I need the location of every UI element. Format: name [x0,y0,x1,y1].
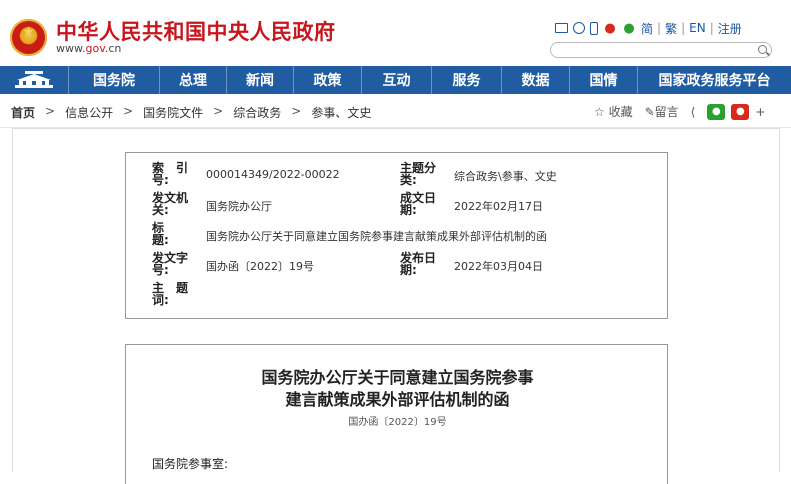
search-icon[interactable] [758,45,767,54]
meta-value-category: 综合政务\参事、文史 [454,170,557,183]
breadcrumb-separator: > [123,104,134,118]
breadcrumb-state-council-docs[interactable]: 国务院文件 [143,104,203,121]
toolbar-divider: | [657,21,662,35]
search-input[interactable] [550,42,772,58]
breadcrumb-bar: 首页 > 信息公开 > 国务院文件 > 综合政务 > 参事、文史 ☆ 收藏 ✎留… [0,94,791,128]
nav-item-national-conditions[interactable]: 国情 [569,66,637,94]
meta-label-index: 索 引 号: [152,161,201,187]
pencil-icon: ✎ [644,105,655,119]
meta-label-keywords: 主 题 词: [152,281,201,307]
breadcrumb-separator: > [45,104,56,118]
meta-value-index: 000014349/2022-00022 [206,168,340,181]
document-number: 国办函〔2022〕19号 [348,417,447,428]
meta-label-issuer: 发文机关: [152,191,189,217]
weibo-share-icon[interactable]: ● [731,103,750,120]
nav-item-policy[interactable]: 政策 [293,66,361,94]
meta-value-title: 国务院办公厅关于同意建立国务院参事建言献策成果外部评估机制的函 [206,230,547,243]
document-title: 国务院办公厅关于同意建立国务院参事 建言献策成果外部评估机制的函 [126,367,669,411]
breadcrumb-home[interactable]: 首页 [11,104,35,121]
meta-value-written-date: 2022年02月17日 [454,200,543,213]
site-url[interactable]: www.gov.cn [56,42,121,55]
breadcrumb: 首页 > 信息公开 > 国务院文件 > 综合政务 > 参事、文史 [11,104,371,121]
meta-label-publish-date: 发布日期: [400,251,437,277]
nav-item-interaction[interactable]: 互动 [361,66,431,94]
toolbar-divider: | [681,21,686,35]
meta-label-written-date: 成文日期: [400,191,437,217]
share-icon[interactable]: ⟨ [691,105,696,119]
comment-button[interactable]: ✎留言 [645,103,679,120]
site-header: 中华人民共和国中央人民政府 www.gov.cn ● ● 简 | 繁 | EN … [0,0,791,66]
breadcrumb-separator: > [291,104,302,118]
weibo-icon[interactable]: ● [603,21,617,36]
mail-icon[interactable] [555,23,568,33]
main-nav: 国务院 总理 新闻 政策 互动 服务 数据 国情 国家政务服务平台 [0,66,791,94]
header-toolbar: ● ● 简 | 繁 | EN | 注册 [555,20,742,36]
lang-simplified-link[interactable]: 简 [641,20,653,37]
nav-home-tiananmen-icon[interactable] [0,66,68,94]
meta-label-title: 标 题: [152,221,189,247]
page-actions: ☆ 收藏 ✎留言 ⟨ ● ● + [594,103,765,120]
meta-label-docno: 发文字号: [152,251,189,277]
phone-icon[interactable] [590,21,598,35]
meta-label-category: 主题分类: [400,161,437,187]
comment-label: 留言 [654,105,679,119]
breadcrumb-info-disclosure[interactable]: 信息公开 [65,104,113,121]
toolbar-divider: | [709,21,714,35]
document-body: 国务院办公厅关于同意建立国务院参事 建言献策成果外部评估机制的函 国办函〔202… [125,344,668,484]
breadcrumb-counsellors-history[interactable]: 参事、文史 [311,104,371,121]
lang-traditional-link[interactable]: 繁 [665,20,677,37]
nav-item-data[interactable]: 数据 [501,66,569,94]
register-link[interactable]: 注册 [718,20,742,37]
wechat-icon[interactable]: ● [622,21,636,36]
meta-value-docno: 国办函〔2022〕19号 [206,260,314,273]
breadcrumb-separator: > [213,104,224,118]
document-title-line-2: 建言献策成果外部评估机制的函 [285,390,510,409]
font-size-increase-button[interactable]: + [755,105,765,119]
document-metadata-table: 索 引 号: 000014349/2022-00022 主题分类: 综合政务\参… [125,152,668,319]
document-title-line-1: 国务院办公厅关于同意建立国务院参事 [261,368,534,387]
national-emblem-icon[interactable] [10,19,47,56]
document-recipient: 国务院参事室: [152,457,229,471]
wechat-share-icon[interactable]: ● [707,103,726,120]
breadcrumb-general-affairs[interactable]: 综合政务 [233,104,281,121]
meta-value-issuer: 国务院办公厅 [206,200,272,213]
site-url-domain: gov [85,42,105,55]
nav-item-gov-service-platform[interactable]: 国家政务服务平台 [637,66,791,94]
nav-item-state-council[interactable]: 国务院 [68,66,159,94]
nav-item-premier[interactable]: 总理 [159,66,226,94]
favorite-button[interactable]: ☆ 收藏 [594,103,633,120]
meta-value-publish-date: 2022年03月04日 [454,260,543,273]
lang-english-link[interactable]: EN [689,21,706,35]
nav-item-news[interactable]: 新闻 [226,66,293,94]
site-url-prefix: www. [56,42,86,55]
chat-icon[interactable] [573,22,585,34]
nav-item-services[interactable]: 服务 [431,66,501,94]
site-url-suffix: .cn [104,42,122,55]
